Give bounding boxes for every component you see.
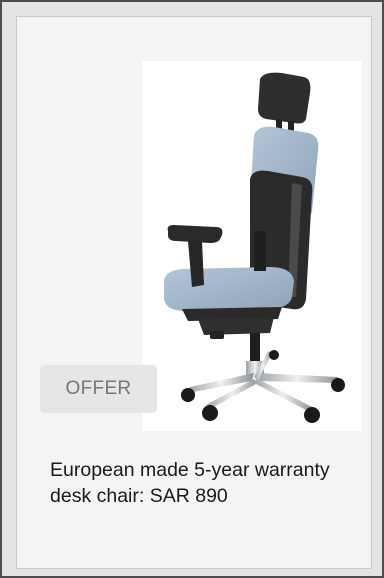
- ad-frame: OFFER European made 5-year warranty desk…: [0, 0, 384, 578]
- product-card[interactable]: OFFER European made 5-year warranty desk…: [16, 16, 372, 569]
- product-description[interactable]: European made 5-year warranty desk chair…: [50, 457, 368, 509]
- office-chair-image: [142, 61, 362, 431]
- offer-badge: OFFER: [40, 365, 157, 413]
